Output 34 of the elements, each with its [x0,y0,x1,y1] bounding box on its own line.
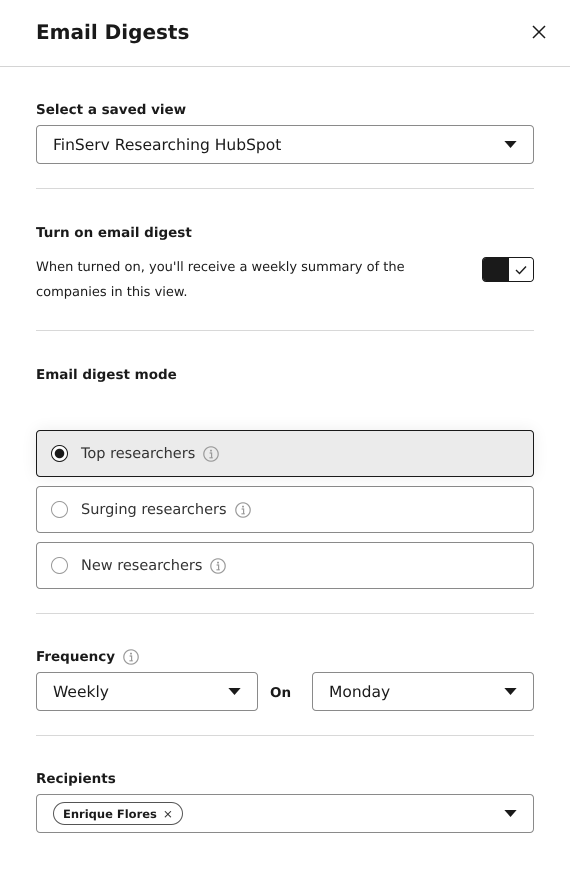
option-label: New researchers [81,558,202,574]
close-icon [532,24,546,38]
option-label: Top researchers [81,446,196,462]
radio-option[interactable]: Surging researchers [36,486,534,533]
caret-icon [504,141,517,148]
field-label: Select a saved view [36,102,188,118]
radio-button[interactable] [51,445,68,462]
caret-icon [504,810,517,817]
radio-button[interactable] [51,557,68,574]
remove-button[interactable]: × [162,806,173,820]
recipients-field[interactable]: Enrique Flores × [36,794,534,833]
info-icon [210,558,226,574]
section-label: Email digest mode [36,367,178,383]
dropdown[interactable]: FinServ Researching HubSpot [36,125,534,164]
field-label: Recipients [36,771,117,787]
info-icon [123,649,140,665]
radio-option[interactable]: Top researchers [36,430,534,477]
toggle-switch[interactable] [482,257,534,282]
info-icon [234,502,251,518]
caret-icon [228,688,241,695]
radio-button[interactable] [51,501,68,518]
radio-option[interactable]: New researchers [36,542,534,589]
option-label: Surging researchers [81,502,227,518]
dropdown[interactable]: Monday [312,672,534,711]
dialog-title: Email Digests [36,20,190,44]
field-label: Frequency [36,649,116,665]
check-icon [515,264,527,274]
info-icon [203,446,220,462]
caret-icon [504,688,517,695]
description-text: When turned on, you'll receive a weekly summary of the companies in this view. [36,259,406,302]
section-label: Turn on email digest [36,225,193,241]
on-label: On [269,685,292,701]
chip-label: Enrique Flores [63,806,157,820]
dropdown[interactable]: Weekly [36,672,258,711]
